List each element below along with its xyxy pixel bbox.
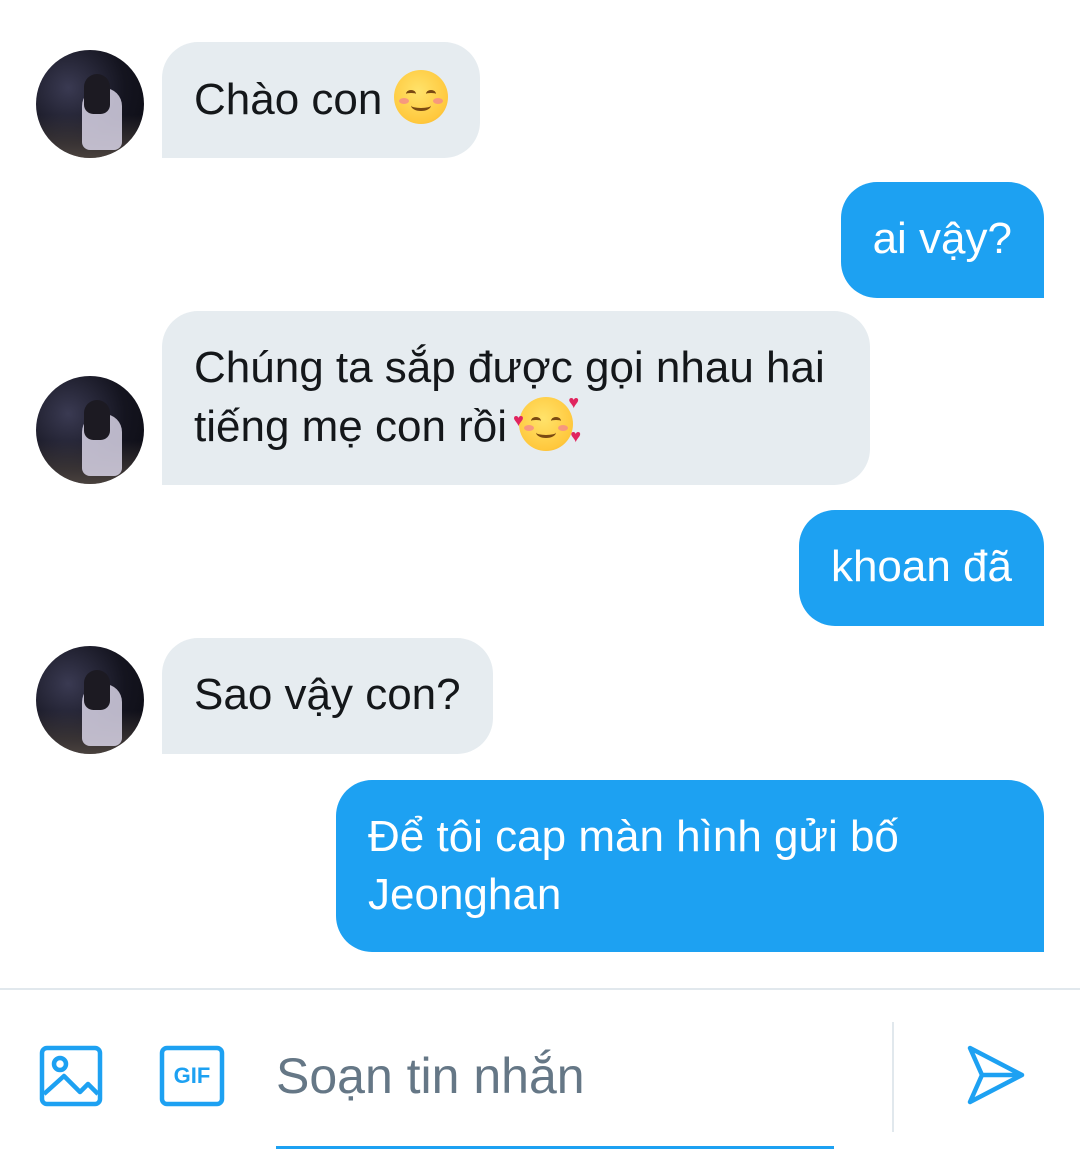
message-text: khoan đã (830, 542, 1012, 591)
send-button[interactable] (962, 1042, 1028, 1108)
message-text: Để tôi cap màn hình gửi bố Jeonghan (368, 812, 899, 919)
gif-label: GIF (173, 1063, 211, 1088)
incoming-message-bubble[interactable]: Sao vậy con? (162, 638, 493, 754)
image-icon (39, 1045, 103, 1107)
outgoing-message-bubble[interactable]: ai vậy? (840, 182, 1044, 298)
add-gif-button[interactable]: GIF (158, 1044, 226, 1108)
message-text: Chúng ta sắp được gọi nhau hai tiếng mẹ … (194, 343, 825, 451)
avatar[interactable] (36, 50, 144, 158)
composer-divider (0, 988, 1080, 990)
message-text: Sao vậy con? (194, 670, 461, 719)
add-image-button[interactable] (38, 1044, 104, 1108)
outgoing-message-bubble[interactable]: khoan đã (798, 510, 1044, 626)
message-text: ai vậy? (872, 214, 1012, 263)
incoming-message-bubble[interactable]: Chào con (162, 42, 481, 158)
smiling-face-with-hearts-icon: ♥ ♥ ♥ (513, 393, 581, 451)
outgoing-message-bubble[interactable]: Để tôi cap màn hình gửi bố Jeonghan (336, 780, 1044, 952)
message-text: Chào con (194, 75, 383, 124)
composer-separator (892, 1022, 894, 1132)
send-icon (967, 1045, 1025, 1105)
smiling-face-icon (394, 70, 449, 124)
input-focus-underline (276, 1146, 834, 1149)
avatar[interactable] (36, 646, 144, 754)
incoming-message-bubble[interactable]: Chúng ta sắp được gọi nhau hai tiếng mẹ … (162, 311, 870, 485)
avatar[interactable] (36, 376, 144, 484)
message-input[interactable] (276, 1040, 834, 1112)
